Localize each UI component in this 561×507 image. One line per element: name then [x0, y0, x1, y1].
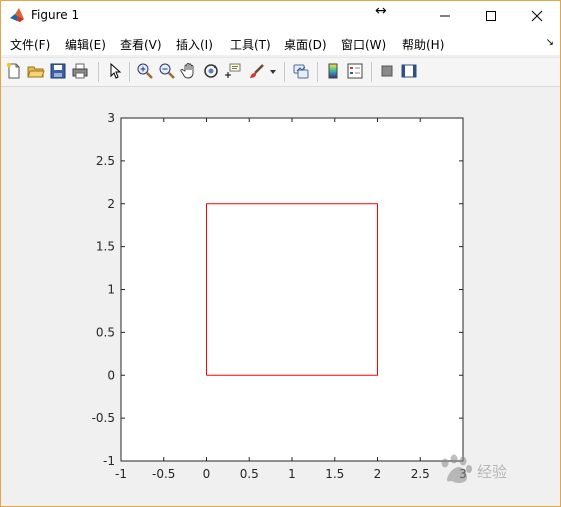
y-tick-label: 3 — [107, 111, 115, 125]
watermark-text: 经验 — [477, 463, 507, 481]
y-tick-label: -0.5 — [92, 411, 115, 425]
y-tick-label: 0 — [107, 368, 115, 382]
y-tick-label: 2 — [107, 197, 115, 211]
figure-window: Figure 1 ↔ 文件(F) 编辑(E) 查看(V) 插入(I) 工具(T)… — [0, 0, 561, 507]
y-tick-label: 2.5 — [96, 154, 115, 168]
y-tick-label: -1 — [103, 454, 115, 468]
y-tick-label: 1 — [107, 283, 115, 297]
x-tick-label: 2 — [374, 467, 382, 481]
y-tick-label: 0.5 — [96, 325, 115, 339]
x-tick-label: -1 — [115, 467, 127, 481]
baidu-jingyan-watermark: 经验 — [433, 449, 533, 496]
x-tick-label: 1.5 — [325, 467, 344, 481]
x-tick-label: 0.5 — [240, 467, 259, 481]
plot-canvas[interactable]: -1-0.500.511.522.53 -1-0.500.511.522.53 — [1, 1, 560, 506]
x-tick-label: 1 — [288, 467, 296, 481]
x-tick-label: 2.5 — [411, 467, 430, 481]
axes-box — [120, 117, 464, 462]
x-tick-label: 0 — [203, 467, 211, 481]
y-tick-label: 1.5 — [96, 240, 115, 254]
x-tick-label: -0.5 — [152, 467, 175, 481]
